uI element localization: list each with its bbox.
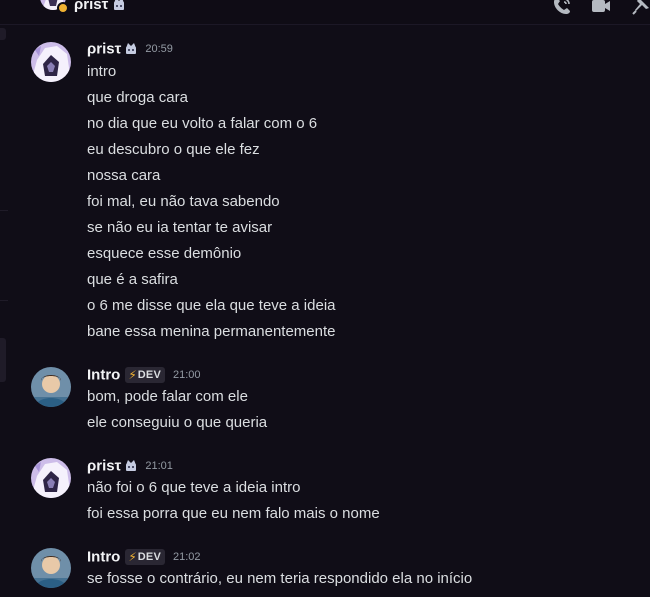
message-line: se fosse o contrário, eu nem teria respo… <box>87 570 473 587</box>
channel-header: ρrisτ <box>0 0 650 25</box>
message-line: nossa cara <box>87 167 161 184</box>
message-header: Intro ⚡ DEV 21:00 <box>87 366 201 386</box>
message-line: se não eu ia tentar te avisar <box>87 219 273 236</box>
message-line: foi mal, eu não tava sabendo <box>87 193 280 210</box>
lightning-bolt-icon: ⚡ <box>128 367 137 382</box>
crown-icon <box>126 460 137 472</box>
avatar[interactable] <box>31 367 71 407</box>
video-camera-icon[interactable] <box>591 0 611 16</box>
username[interactable]: ρrisτ <box>87 457 121 474</box>
message-line: intro <box>87 63 117 80</box>
message-header: Intro ⚡ DEV 21:02 <box>87 548 201 568</box>
message-line: não foi o 6 que teve a ideia intro <box>87 479 301 496</box>
message-line: ele conseguiu o que queria <box>87 414 268 431</box>
message-line: no dia que eu volto a falar com o 6 <box>87 115 318 132</box>
username[interactable]: ρrisτ <box>87 40 121 57</box>
message-line: esquece esse demônio <box>87 245 242 262</box>
message-header: ρrisτ 20:59 <box>87 40 173 60</box>
divider <box>0 300 8 301</box>
message-line: que droga cara <box>87 89 188 106</box>
lightning-bolt-icon: ⚡ <box>128 549 137 564</box>
crown-icon <box>114 0 124 10</box>
message-line: foi essa porra que eu nem falo mais o no… <box>87 505 380 522</box>
avatar[interactable] <box>31 548 71 588</box>
divider <box>0 210 8 211</box>
message-line: eu descubro o que ele fez <box>87 141 260 158</box>
message-header: ρrisτ 21:01 <box>87 457 173 477</box>
status-indicator <box>57 2 69 14</box>
message-line: o 6 me disse que ela que teve a ideia <box>87 297 336 314</box>
username[interactable]: Intro <box>87 548 120 565</box>
avatar[interactable] <box>31 42 71 82</box>
pin-icon[interactable] <box>631 0 650 16</box>
timestamp[interactable]: 20:59 <box>145 43 173 55</box>
timestamp[interactable]: 21:00 <box>173 369 201 381</box>
message-line: bane essa menina permanentemente <box>87 323 336 340</box>
avatar[interactable] <box>31 458 71 498</box>
message-line: bom, pode falar com ele <box>87 388 248 405</box>
phone-icon[interactable] <box>552 0 572 16</box>
side-panel-edge <box>0 28 6 40</box>
username[interactable]: Intro <box>87 366 120 383</box>
timestamp[interactable]: 21:02 <box>173 551 201 563</box>
side-panel-edge <box>0 338 6 382</box>
timestamp[interactable]: 21:01 <box>145 460 173 472</box>
channel-title: ρrisτ <box>74 0 109 13</box>
message-line: que é a safira <box>87 271 178 288</box>
dev-tag-badge[interactable]: ⚡ DEV <box>125 548 165 565</box>
dev-tag-badge[interactable]: ⚡ DEV <box>125 366 165 383</box>
crown-icon <box>126 43 137 55</box>
